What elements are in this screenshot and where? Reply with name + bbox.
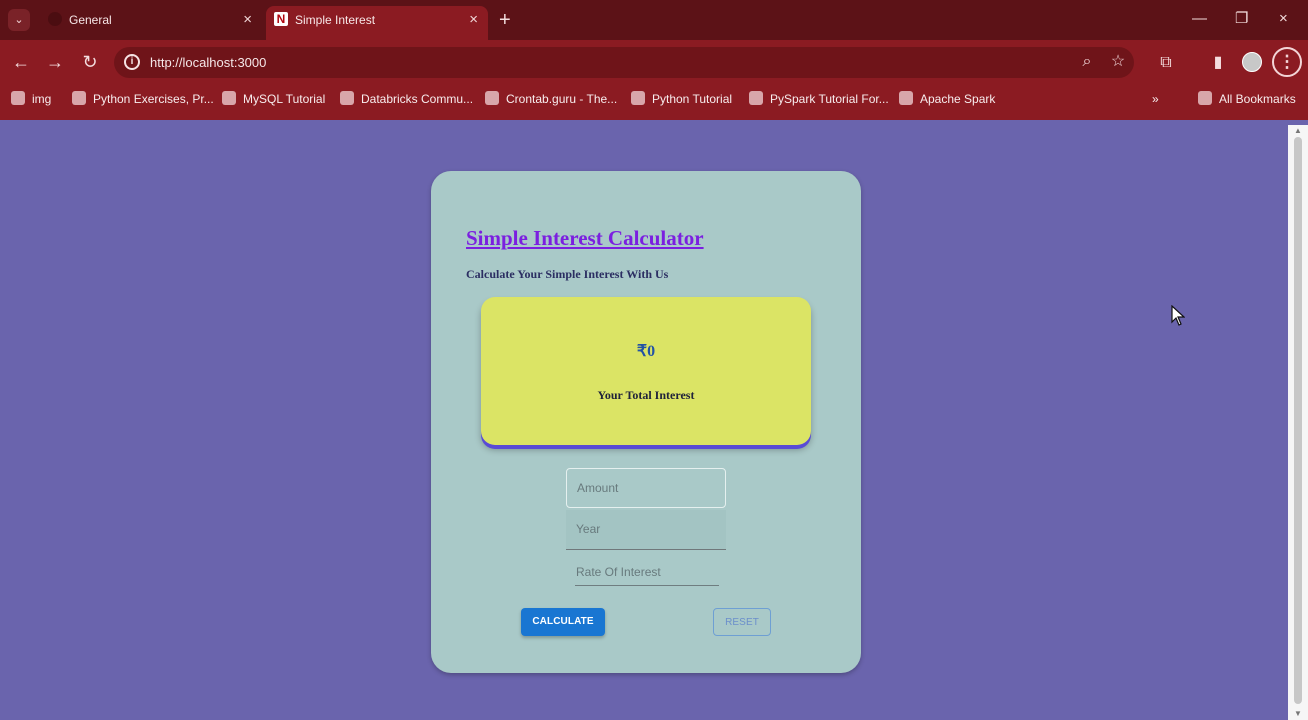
address-bar[interactable]: i http://localhost:3000 ⌕ ☆ [114,47,1134,78]
bookmarks-bar: img Python Exercises, Pr... MySQL Tutori… [0,85,1308,120]
site-info-icon[interactable]: i [124,54,140,70]
close-tab-icon[interactable]: × [243,6,252,34]
pyspark-icon [749,91,763,105]
close-window-icon[interactable]: × [1279,8,1288,30]
minimize-icon[interactable]: — [1192,8,1207,30]
back-icon[interactable]: ← [9,50,33,74]
reset-button[interactable]: RESET [713,608,771,636]
url-text: http://localhost:3000 [150,55,267,70]
page-subtitle: Calculate Your Simple Interest With Us [466,267,669,281]
bookmark-item[interactable]: Python Tutorial [631,85,732,113]
scrollbar-thumb[interactable] [1294,137,1302,704]
interest-amount: ₹0 [636,343,656,360]
side-panel-icon[interactable]: ▮ [1206,51,1230,75]
extensions-icon[interactable]: ⧉ [1154,51,1178,75]
spark-icon [899,91,913,105]
netflix-favicon-icon: N [274,12,288,26]
new-tab-icon[interactable]: + [499,7,511,33]
scroll-down-icon[interactable]: ▼ [1293,709,1303,719]
profile-avatar[interactable] [1242,52,1262,72]
calculate-button[interactable]: CALCULATE [521,608,605,636]
bookmark-favicon-icon [222,91,236,105]
bookmark-favicon-icon [72,91,86,105]
bookmark-star-icon[interactable]: ☆ [1107,51,1129,73]
bookmark-item[interactable]: img [11,85,51,113]
browser-tab-bar: ⌄ General × N Simple Interest × + — ❐ × [0,0,1308,40]
tab-title: General [69,13,112,27]
bookmark-item[interactable]: Databricks Commu... [340,85,473,113]
folder-icon [1198,91,1212,105]
zoom-icon[interactable]: ⌕ [1076,51,1098,73]
bookmark-item[interactable]: Apache Spark [899,85,995,113]
calculator-card: Simple Interest Calculator Calculate You… [431,171,861,673]
page-content: Simple Interest Calculator Calculate You… [6,125,1286,720]
year-input[interactable]: Year [566,510,726,550]
browser-toolbar: ← → ↻ i http://localhost:3000 ⌕ ☆ ⧉ ▮ ⋮ [0,40,1308,85]
tab-simple-interest[interactable]: N Simple Interest × [266,6,488,40]
all-bookmarks-button[interactable]: All Bookmarks [1198,85,1296,113]
tab-search-icon[interactable]: ⌄ [8,9,30,31]
vertical-scrollbar[interactable]: ▲ ▼ [1288,125,1308,720]
globe-icon [11,91,25,105]
amount-input[interactable]: Amount [566,468,726,508]
databricks-icon [340,91,354,105]
bookmark-item[interactable]: Python Exercises, Pr... [72,85,214,113]
bookmark-favicon-icon [631,91,645,105]
reload-icon[interactable]: ↻ [78,50,102,74]
page-title: Simple Interest Calculator [466,226,704,250]
bookmark-item[interactable]: Crontab.guru - The... [485,85,617,113]
crontab-icon [485,91,499,105]
scroll-up-icon[interactable]: ▲ [1293,126,1303,136]
forward-icon[interactable]: → [43,50,67,74]
tab-title: Simple Interest [295,13,376,27]
rate-input[interactable]: Rate Of Interest [575,563,719,586]
menu-dots-icon[interactable]: ⋮ [1272,47,1302,77]
bookmark-item[interactable]: MySQL Tutorial [222,85,325,113]
close-tab-icon[interactable]: × [469,6,478,34]
tab-favicon-icon [48,12,62,26]
interest-label: Your Total Interest [597,388,695,402]
tab-general[interactable]: General × [40,6,262,40]
more-bookmarks-icon[interactable]: » [1152,85,1159,113]
bookmark-item[interactable]: PySpark Tutorial For... [749,85,889,113]
mouse-cursor-icon [1171,305,1185,326]
interest-result-card: ₹0 Your Total Interest [481,297,811,445]
restore-icon[interactable]: ❐ [1235,8,1248,30]
